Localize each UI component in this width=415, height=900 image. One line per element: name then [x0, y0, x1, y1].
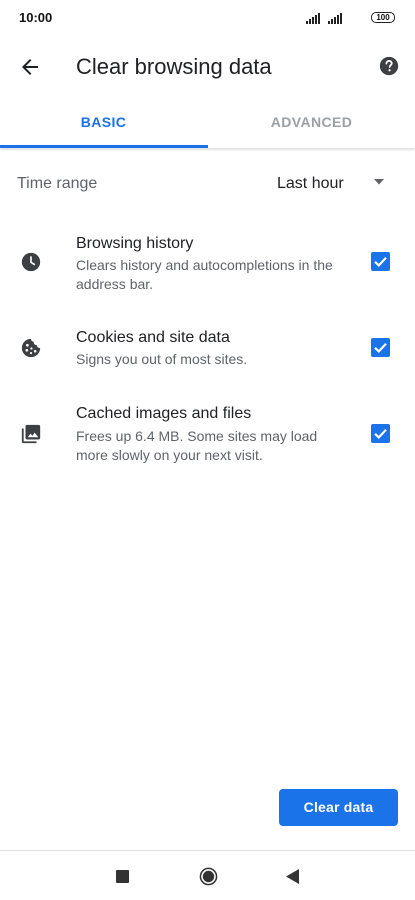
option-title: Cached images and files	[76, 405, 252, 422]
option-cached-images-files[interactable]: Cached images and files Frees up 6.4 MB.…	[0, 396, 415, 470]
cached-images-checkbox[interactable]	[371, 424, 390, 443]
tab-advanced[interactable]: ADVANCED	[208, 98, 415, 148]
check-icon	[374, 343, 387, 353]
option-title: Cookies and site data	[76, 329, 230, 346]
cookie-icon	[21, 338, 41, 358]
system-nav-bar	[0, 851, 415, 900]
option-description: Frees up 6.4 MB. Some sites may load mor…	[76, 428, 318, 463]
tab-bar: BASIC ADVANCED	[0, 98, 415, 148]
status-bar: 10:00 100	[0, 0, 415, 36]
app-bar: Clear browsing data	[0, 36, 415, 98]
nav-back-icon[interactable]	[286, 869, 300, 884]
check-icon	[374, 429, 387, 439]
battery-icon: 100	[371, 12, 395, 23]
signal-icon	[306, 13, 320, 24]
page-title: Clear browsing data	[76, 54, 272, 79]
option-cookies-site-data[interactable]: Cookies and site data Signs you out of m…	[0, 320, 415, 376]
signal-icon	[328, 13, 342, 24]
browsing-history-checkbox[interactable]	[371, 252, 390, 271]
status-time: 10:00	[19, 10, 53, 25]
clear-data-button[interactable]: Clear data	[279, 789, 398, 826]
cookies-checkbox[interactable]	[371, 338, 390, 357]
help-icon[interactable]	[378, 55, 400, 77]
check-icon	[374, 257, 387, 267]
home-icon[interactable]	[199, 867, 218, 886]
option-title: Browsing history	[76, 235, 194, 252]
recents-icon[interactable]	[116, 870, 129, 883]
time-range-label: Time range	[17, 175, 98, 192]
tab-basic[interactable]: BASIC	[0, 98, 207, 148]
tab-indicator	[0, 145, 208, 148]
time-range-value: Last hour	[277, 175, 344, 192]
dropdown-arrow-icon	[374, 179, 384, 185]
clock-icon	[21, 252, 41, 272]
option-browsing-history[interactable]: Browsing history Clears history and auto…	[0, 228, 415, 298]
image-icon	[21, 424, 41, 444]
back-arrow-icon[interactable]	[18, 55, 42, 79]
option-description: Clears history and autocompletions in th…	[76, 257, 333, 292]
time-range-dropdown[interactable]: Last hour	[268, 166, 398, 202]
option-description: Signs you out of most sites.	[76, 351, 248, 367]
